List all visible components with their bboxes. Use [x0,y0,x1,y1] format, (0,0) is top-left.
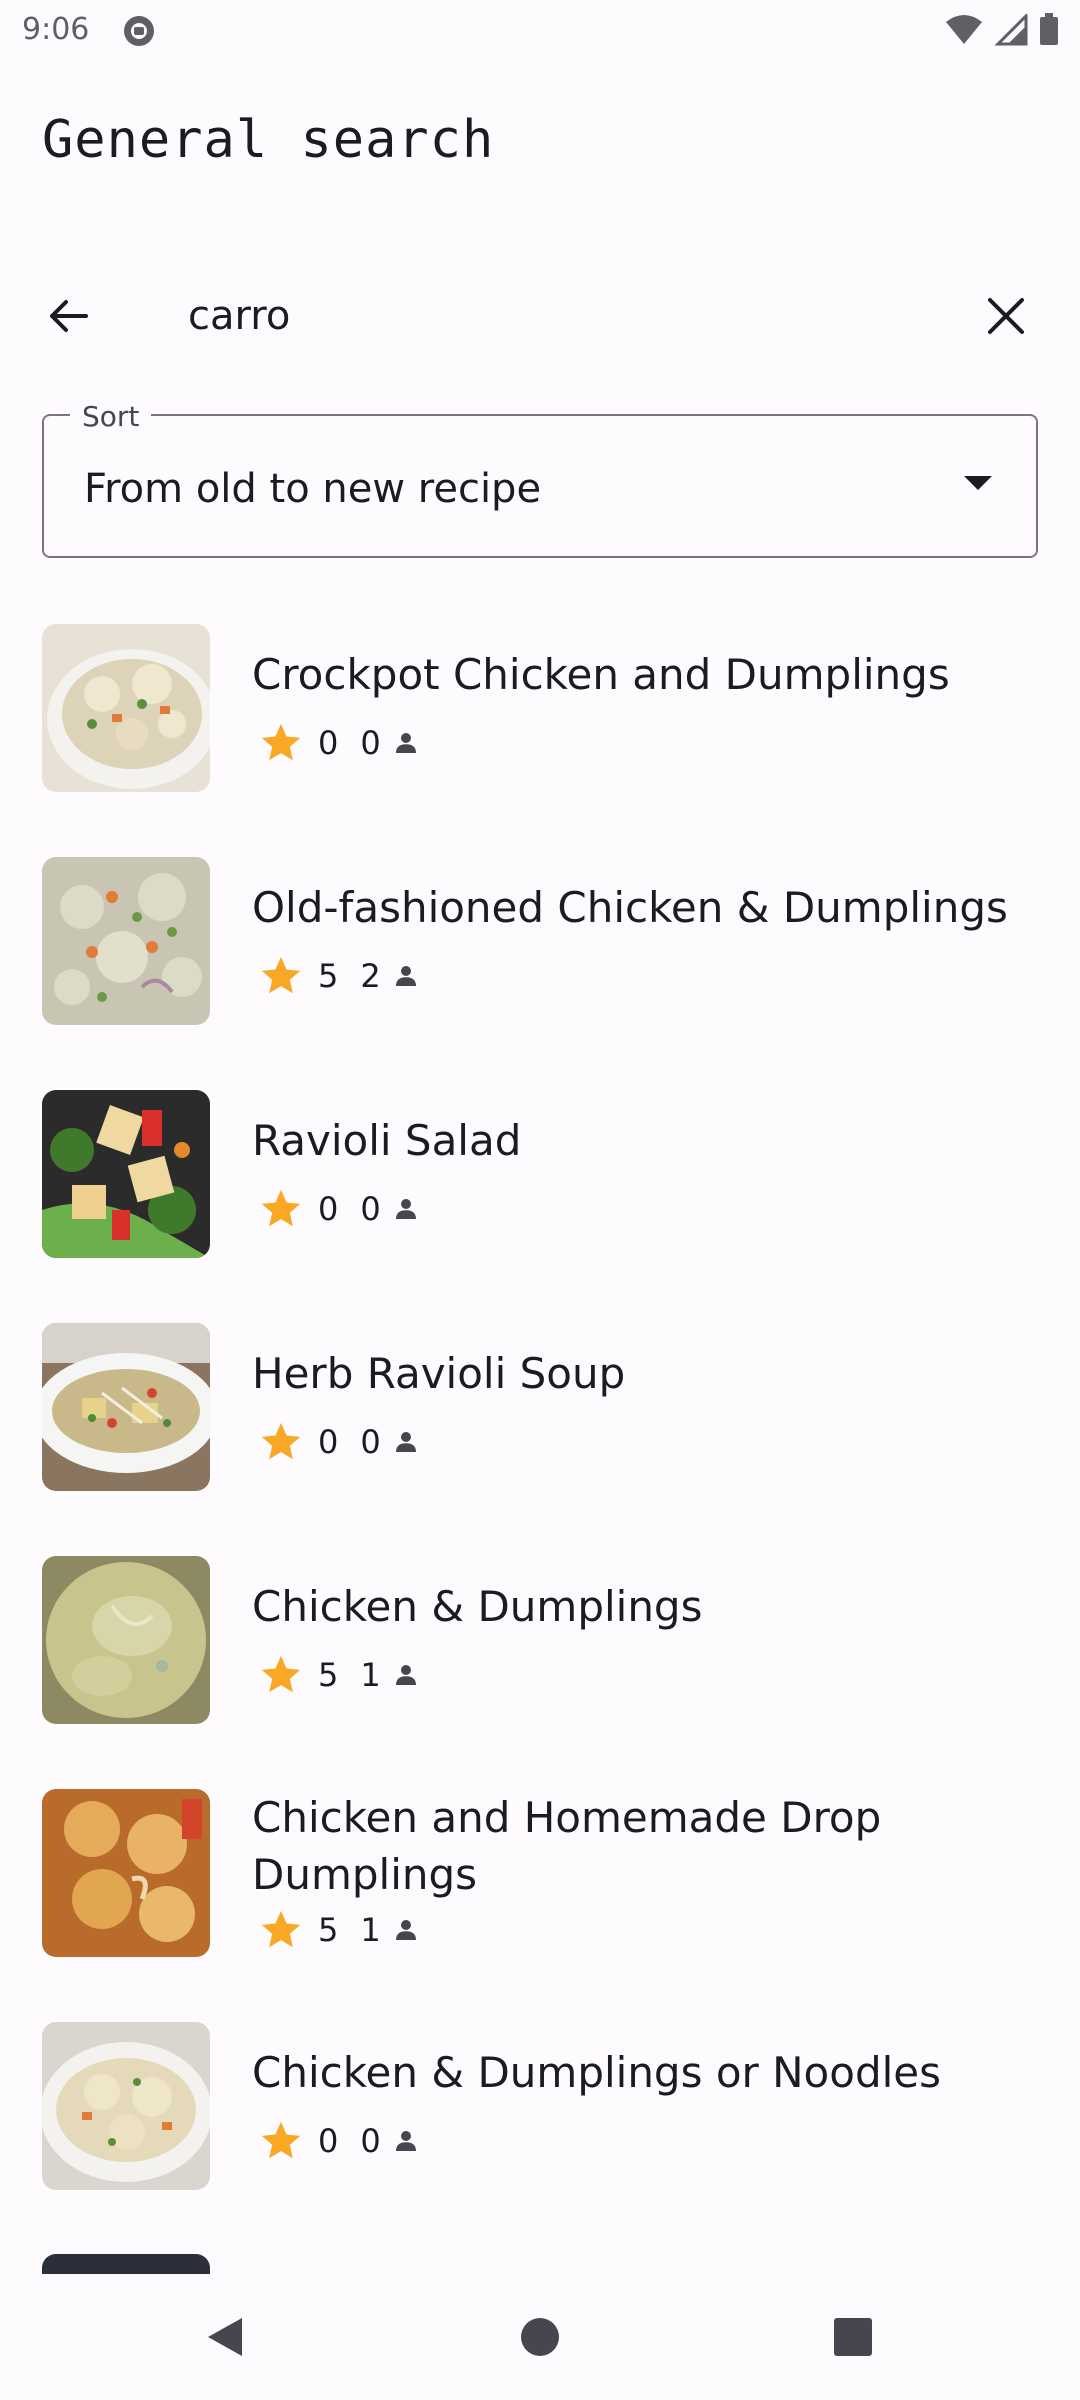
review-count: 0 [360,1423,381,1461]
recipe-title: Old-fashioned Chicken & Dumplings [252,883,1008,932]
arrow-left-icon [50,300,88,332]
recipe-meta: 0 0 [258,718,421,768]
recipe-meta: 5 1 [258,1905,421,1955]
person-icon [395,2131,416,2151]
nav-back-button[interactable] [190,2302,260,2372]
list-item[interactable]: Chicken & Dumplings 5 1 [0,1556,1080,1786]
person-icon [395,1432,416,1452]
back-button[interactable] [40,288,96,344]
recipe-title: Herb Ravioli Soup [252,1349,626,1398]
person-icon [395,1199,416,1219]
recipe-title: Chicken & Dumplings [252,1582,703,1631]
sort-dropdown[interactable]: Sort From old to new recipe [42,400,1038,558]
recipe-thumbnail [42,2254,210,2274]
rating-value: 0 [318,1423,339,1461]
recipe-title: Chicken and Homemade Drop Dumplings [252,1793,882,1899]
recents-square-icon [834,2318,872,2356]
sort-selected-value: From old to new recipe [84,466,542,512]
wifi-icon [944,14,984,50]
rating-value: 5 [318,1656,339,1694]
status-time: 9:06 [22,12,90,47]
signal-icon [994,12,1028,50]
list-item[interactable]: Herb Ravioli Soup 0 0 [0,1323,1080,1553]
close-icon [988,298,1024,334]
recipe-thumbnail [42,2022,210,2190]
recipe-thumbnail [42,624,210,792]
list-item[interactable]: Ravioli Salad 0 0 [0,1090,1080,1320]
home-circle-icon [521,2318,559,2356]
recipe-title: Ravioli Salad [252,1116,522,1165]
nav-home-button[interactable] [505,2302,575,2372]
star-icon [261,1655,301,1693]
recipe-thumbnail [42,857,210,1025]
rating-value: 0 [318,724,339,762]
review-count: 0 [360,1190,381,1228]
review-count: 2 [360,957,381,995]
person-icon [395,733,416,753]
list-item[interactable] [0,2254,1080,2274]
star-icon [261,956,301,994]
search-bar [0,270,1080,360]
review-count: 1 [360,1656,381,1694]
list-item[interactable]: Old-fashioned Chicken & Dumplings 5 2 [0,857,1080,1087]
rating-value: 0 [318,1190,339,1228]
recipe-thumbnail [42,1789,210,1957]
list-item[interactable]: Chicken and Homemade Drop Dumplings 5 1 [0,1789,1080,2045]
recipe-meta: 0 0 [258,1184,421,1234]
sort-label: Sort [70,400,152,433]
review-count: 0 [360,2122,381,2160]
star-icon [261,723,301,761]
recipe-thumbnail [42,1090,210,1258]
recipe-list: Crockpot Chicken and Dumplings 0 0 Old-f… [0,624,1080,2274]
star-icon [261,1910,301,1948]
status-bar: 9:06 [0,0,1080,62]
rating-value: 5 [318,1911,339,1949]
nav-recents-button[interactable] [818,2302,888,2372]
recipe-title: Crockpot Chicken and Dumplings [252,650,950,699]
notification-icon [122,14,156,48]
review-count: 0 [360,724,381,762]
recipe-meta: 0 0 [258,2116,421,2166]
clear-search-button[interactable] [978,288,1034,344]
system-nav-bar [0,2274,1080,2400]
list-item[interactable]: Chicken & Dumplings or Noodles 0 0 [0,2022,1080,2252]
back-triangle-icon [208,2318,242,2356]
star-icon [261,1422,301,1460]
recipe-meta: 5 1 [258,1650,421,1700]
review-count: 1 [360,1911,381,1949]
person-icon [395,1920,416,1940]
star-icon [261,1189,301,1227]
recipe-title: Chicken & Dumplings or Noodles [252,2048,942,2097]
recipe-thumbnail [42,1323,210,1491]
person-icon [395,966,416,986]
rating-value: 0 [318,2122,339,2160]
recipe-thumbnail [42,1556,210,1724]
battery-icon [1038,13,1060,51]
recipe-meta: 5 2 [258,951,421,1001]
recipe-meta: 0 0 [258,1417,421,1467]
person-icon [395,1665,416,1685]
page-title: General search [42,110,495,170]
search-input[interactable] [188,288,948,344]
star-icon [261,2121,301,2159]
dropdown-arrow-icon [964,476,992,490]
rating-value: 5 [318,957,339,995]
list-item[interactable]: Crockpot Chicken and Dumplings 0 0 [0,624,1080,854]
